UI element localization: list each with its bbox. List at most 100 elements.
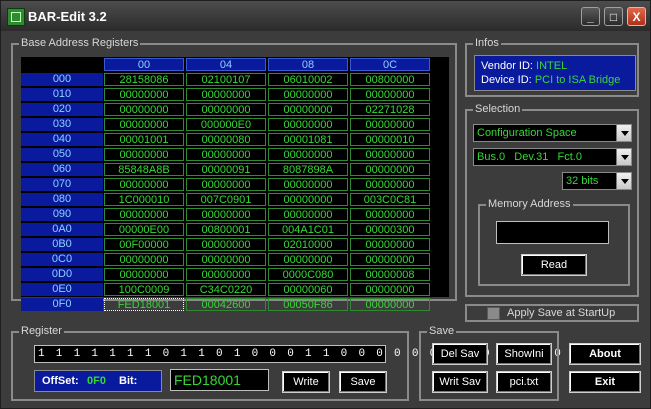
register-cell[interactable]: 00000000 bbox=[186, 88, 266, 101]
register-group-label: Register bbox=[19, 324, 64, 338]
register-cell[interactable]: 0000C080 bbox=[268, 268, 348, 281]
register-cell[interactable]: 00000000 bbox=[268, 208, 348, 221]
register-cell[interactable]: 02010000 bbox=[268, 238, 348, 251]
register-cell[interactable]: 00800001 bbox=[186, 223, 266, 236]
show-ini-button[interactable]: ShowIni bbox=[496, 343, 552, 365]
register-cell[interactable]: 00000000 bbox=[104, 118, 184, 131]
apply-save-checkbox[interactable] bbox=[487, 307, 500, 320]
row-address: 0B0 bbox=[21, 238, 103, 251]
main-window: BAR-Edit 3.2 _ □ X Base Address Register… bbox=[0, 0, 651, 409]
register-cell[interactable]: 06010002 bbox=[268, 73, 348, 86]
register-cell[interactable]: 00000000 bbox=[268, 88, 348, 101]
register-cell[interactable]: 00000000 bbox=[104, 253, 184, 266]
register-cell[interactable]: 00000E00 bbox=[104, 223, 184, 236]
register-cell[interactable]: 00000008 bbox=[350, 268, 430, 281]
register-cell[interactable]: 00000000 bbox=[350, 283, 430, 296]
register-cell[interactable]: 00000000 bbox=[186, 253, 266, 266]
register-cell[interactable]: 000000E0 bbox=[186, 118, 266, 131]
register-cell[interactable]: 00F00000 bbox=[104, 238, 184, 251]
register-cell[interactable]: 00001081 bbox=[268, 133, 348, 146]
register-cell[interactable]: 00000000 bbox=[350, 88, 430, 101]
register-cell[interactable]: 02271028 bbox=[350, 103, 430, 116]
memory-address-input[interactable] bbox=[496, 221, 609, 244]
register-cell[interactable]: 00000010 bbox=[350, 133, 430, 146]
row-address: 040 bbox=[21, 133, 103, 146]
register-cell[interactable]: 00000000 bbox=[350, 208, 430, 221]
register-cell[interactable]: 00000000 bbox=[350, 298, 430, 311]
close-button[interactable]: X bbox=[627, 7, 646, 26]
register-cell[interactable]: 00000000 bbox=[186, 238, 266, 251]
register-cell[interactable]: 02100107 bbox=[186, 73, 266, 86]
register-cell[interactable]: 00000080 bbox=[186, 133, 266, 146]
register-cell[interactable]: 00800000 bbox=[350, 73, 430, 86]
register-cell[interactable]: 28158086 bbox=[104, 73, 184, 86]
register-cell[interactable]: 00000000 bbox=[186, 208, 266, 221]
register-cell[interactable]: 00000000 bbox=[350, 178, 430, 191]
register-cell[interactable]: 00000000 bbox=[104, 178, 184, 191]
register-cell[interactable]: 00000000 bbox=[268, 193, 348, 206]
register-cell[interactable]: 00000000 bbox=[350, 118, 430, 131]
register-cell[interactable]: 003C0C81 bbox=[350, 193, 430, 206]
register-cell[interactable]: 00000000 bbox=[350, 238, 430, 251]
del-sav-button[interactable]: Del Sav bbox=[432, 343, 488, 365]
width-select[interactable]: 32 bits bbox=[562, 172, 632, 190]
device-select[interactable]: Bus.0 Dev.31 Fct.0 bbox=[473, 148, 632, 166]
read-button[interactable]: Read bbox=[521, 254, 587, 276]
space-select[interactable]: Configuration Space bbox=[473, 124, 632, 142]
write-button[interactable]: Write bbox=[282, 371, 330, 393]
register-cell[interactable]: 00000000 bbox=[350, 163, 430, 176]
chevron-down-icon[interactable] bbox=[616, 125, 631, 141]
row-address: 030 bbox=[21, 118, 103, 131]
register-cell[interactable]: 8087898A bbox=[268, 163, 348, 176]
register-bits-field[interactable]: 1 1 1 1 1 1 1 0 1 1 0 1 0 0 0 1 1 0 0 0 … bbox=[34, 345, 596, 363]
register-cell[interactable]: 00000000 bbox=[104, 268, 184, 281]
save-button[interactable]: Save bbox=[339, 371, 387, 393]
register-cell[interactable]: 00000000 bbox=[350, 253, 430, 266]
register-cell[interactable]: 00000300 bbox=[350, 223, 430, 236]
chevron-down-icon[interactable] bbox=[616, 173, 631, 189]
title-bar[interactable]: BAR-Edit 3.2 _ □ X bbox=[1, 1, 650, 31]
register-cell[interactable]: 00000000 bbox=[104, 208, 184, 221]
register-cell[interactable]: 00000000 bbox=[186, 268, 266, 281]
row-address: 060 bbox=[21, 163, 103, 176]
register-cell[interactable]: 00000000 bbox=[104, 88, 184, 101]
minimize-button[interactable]: _ bbox=[581, 7, 600, 26]
register-cell[interactable]: 00001001 bbox=[104, 133, 184, 146]
register-cell[interactable]: 00000000 bbox=[268, 253, 348, 266]
register-cell[interactable]: C34C0220 bbox=[186, 283, 266, 296]
register-cell[interactable]: 00000000 bbox=[268, 178, 348, 191]
register-cell[interactable]: 100C0009 bbox=[104, 283, 184, 296]
chevron-down-icon[interactable] bbox=[616, 149, 631, 165]
register-cell[interactable]: 00000000 bbox=[350, 148, 430, 161]
exit-button[interactable]: Exit bbox=[569, 371, 641, 393]
register-cell[interactable]: 00000000 bbox=[186, 178, 266, 191]
register-cell[interactable]: FED18001 bbox=[104, 298, 184, 311]
pci-txt-button[interactable]: pci.txt bbox=[496, 371, 552, 393]
device-info-box: Vendor ID: INTEL Device ID: PCI to ISA B… bbox=[474, 55, 636, 91]
maximize-button[interactable]: □ bbox=[604, 7, 623, 26]
register-cell[interactable]: 00000091 bbox=[186, 163, 266, 176]
register-cell[interactable]: 00050F86 bbox=[268, 298, 348, 311]
register-table: 00 04 08 0C 000 28158086 02100107 06010002 00800… bbox=[21, 57, 449, 311]
writ-sav-button[interactable]: Writ Sav bbox=[432, 371, 488, 393]
row-address: 0F0 bbox=[21, 298, 103, 311]
register-cell[interactable]: 00000000 bbox=[268, 118, 348, 131]
register-cell[interactable]: 00000000 bbox=[268, 148, 348, 161]
register-value-field[interactable]: FED18001 bbox=[170, 369, 269, 391]
register-cell[interactable]: 1C000010 bbox=[104, 193, 184, 206]
register-cell[interactable]: 00042600 bbox=[186, 298, 266, 311]
register-cell[interactable]: 00000060 bbox=[268, 283, 348, 296]
device-label: Device ID: bbox=[481, 74, 532, 86]
row-address: 020 bbox=[21, 103, 103, 116]
register-cell[interactable]: 004A1C01 bbox=[268, 223, 348, 236]
register-cell[interactable]: 00000000 bbox=[186, 148, 266, 161]
register-cell[interactable]: 00000000 bbox=[104, 103, 184, 116]
about-button[interactable]: About bbox=[569, 343, 641, 365]
register-cell[interactable]: 00000000 bbox=[268, 103, 348, 116]
register-cell[interactable]: 85848A8B bbox=[104, 163, 184, 176]
vendor-value: INTEL bbox=[536, 60, 568, 72]
vendor-line: Vendor ID: INTEL bbox=[481, 60, 567, 73]
register-cell[interactable]: 007C0901 bbox=[186, 193, 266, 206]
register-cell[interactable]: 00000000 bbox=[186, 103, 266, 116]
register-cell[interactable]: 00000000 bbox=[104, 148, 184, 161]
